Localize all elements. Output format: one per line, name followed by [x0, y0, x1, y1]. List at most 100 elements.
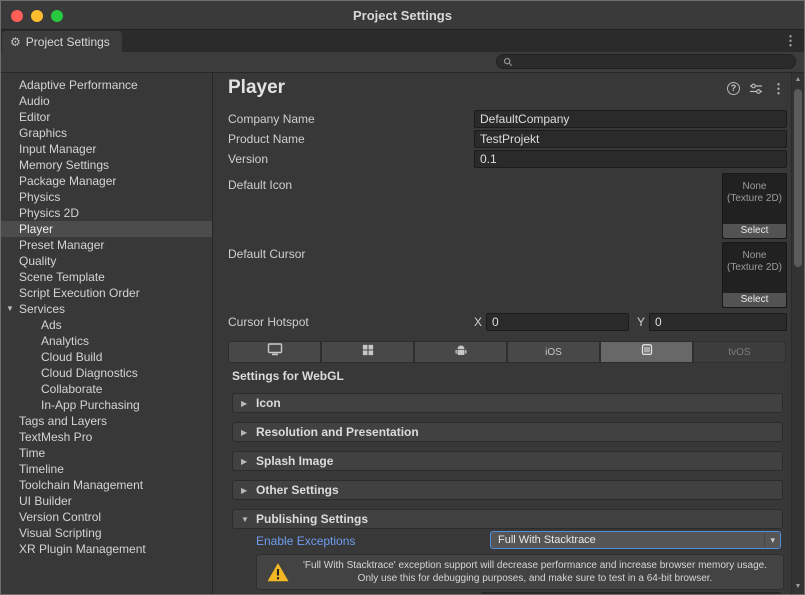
- sidebar-item-label: Cloud Diagnostics: [41, 366, 138, 380]
- chevron-down-icon: ▾: [764, 532, 775, 548]
- search-toolbar: [1, 52, 804, 73]
- section-publishing-settings[interactable]: ▼Publishing Settings: [232, 509, 783, 529]
- platform-tab-windows[interactable]: [322, 342, 413, 362]
- product-name-input[interactable]: [474, 130, 787, 148]
- sidebar-item-in-app-purchasing[interactable]: In-App Purchasing: [1, 397, 212, 413]
- scrollbar-thumb[interactable]: [794, 89, 802, 267]
- sidebar-item-services[interactable]: ▼ Services: [1, 301, 212, 317]
- enable-exceptions-label: Enable Exceptions: [256, 534, 355, 548]
- sidebar-item-visual-scripting[interactable]: Visual Scripting: [1, 525, 212, 541]
- default-icon-object-field[interactable]: None (Texture 2D) Select: [722, 173, 787, 239]
- sidebar-item-label: In-App Purchasing: [41, 398, 140, 412]
- sidebar-item-label: Time: [19, 446, 45, 460]
- platform-tab-android[interactable]: [415, 342, 506, 362]
- sidebar-item-ads[interactable]: Ads: [1, 317, 212, 333]
- sidebar-item-analytics[interactable]: Analytics: [1, 333, 212, 349]
- sidebar-item-editor[interactable]: Editor: [1, 109, 212, 125]
- sidebar-item-time[interactable]: Time: [1, 445, 212, 461]
- sidebar-item-cloud-diagnostics[interactable]: Cloud Diagnostics: [1, 365, 212, 381]
- object-none-label: None (Texture 2D): [723, 250, 786, 274]
- sidebar-item-adaptive-performance[interactable]: Adaptive Performance: [1, 77, 212, 93]
- sidebar-item-textmesh-pro[interactable]: TextMesh Pro: [1, 429, 212, 445]
- sidebar-list: Adaptive PerformanceAudioEditor Graphics I…: [1, 77, 212, 557]
- default-cursor-label: Default Cursor: [228, 247, 305, 261]
- sidebar-item-audio[interactable]: Audio: [1, 93, 212, 109]
- windows-icon: [362, 343, 374, 361]
- sidebar-item-label: Scene Template: [19, 270, 105, 284]
- presets-icon[interactable]: [749, 83, 763, 95]
- sidebar-item-collaborate[interactable]: Collaborate: [1, 381, 212, 397]
- enable-exceptions-dropdown[interactable]: Full With Stacktrace ▾: [490, 531, 781, 549]
- settings-sidebar: Adaptive PerformanceAudioEditor Graphics I…: [1, 73, 213, 594]
- sidebar-item-label: Player: [19, 222, 53, 236]
- version-input[interactable]: [474, 150, 787, 168]
- section-label: Icon: [256, 396, 281, 410]
- sidebar-item-cloud-build[interactable]: Cloud Build: [1, 349, 212, 365]
- sidebar-item-quality[interactable]: Quality: [1, 253, 212, 269]
- warning-text: 'Full With Stacktrace' exception support…: [299, 559, 771, 585]
- sidebar-item-ui-builder[interactable]: UI Builder: [1, 493, 212, 509]
- vertical-scrollbar[interactable]: ▲ ▼: [791, 73, 804, 594]
- sidebar-item-label: Timeline: [19, 462, 64, 476]
- tabstrip-menu-icon[interactable]: ⋮: [784, 33, 797, 49]
- cursor-hotspot-row: Cursor Hotspot X Y: [228, 313, 787, 331]
- search-field[interactable]: [496, 54, 796, 69]
- sidebar-item-tags-and-layers[interactable]: Tags and Layers: [1, 413, 212, 429]
- help-icon[interactable]: ?: [727, 82, 740, 95]
- sidebar-item-label: Graphics: [19, 126, 67, 140]
- section-splash-image[interactable]: ▶Splash Image: [232, 451, 783, 471]
- sidebar-item-xr-plugin-management[interactable]: XR Plugin Management: [1, 541, 212, 557]
- sidebar-item-label: Preset Manager: [19, 238, 104, 252]
- sidebar-item-label: Physics 2D: [19, 206, 79, 220]
- android-icon: [454, 343, 468, 361]
- platform-tab-webgl[interactable]: [601, 342, 692, 362]
- search-input[interactable]: [517, 55, 789, 68]
- sidebar-item-script-execution-order[interactable]: Script Execution Order: [1, 285, 212, 301]
- sidebar-item-player[interactable]: Player: [1, 221, 212, 237]
- default-cursor-object-field[interactable]: None (Texture 2D) Select: [722, 242, 787, 308]
- default-cursor-select-button[interactable]: Select: [723, 293, 786, 307]
- sidebar-item-input-manager[interactable]: Input Manager: [1, 141, 212, 157]
- sidebar-item-version-control[interactable]: Version Control: [1, 509, 212, 525]
- platform-tab-monitor[interactable]: [229, 342, 320, 362]
- hotspot-x-input[interactable]: [486, 313, 629, 331]
- warning-icon: [266, 562, 290, 583]
- section-icon[interactable]: ▶Icon: [232, 393, 783, 413]
- context-menu-icon[interactable]: ⋮: [772, 82, 785, 95]
- sidebar-item-physics-2d[interactable]: Physics 2D: [1, 205, 212, 221]
- sidebar-item-label: Input Manager: [19, 142, 96, 156]
- default-icon-select-button[interactable]: Select: [723, 224, 786, 238]
- editor-tabstrip: ⚙ Project Settings ⋮: [1, 30, 804, 52]
- sidebar-item-label: Package Manager: [19, 174, 116, 188]
- section-label: Resolution and Presentation: [256, 425, 419, 439]
- section-other-settings[interactable]: ▶Other Settings: [232, 480, 783, 500]
- platform-tab-ios[interactable]: iOS: [508, 342, 599, 362]
- webgl-icon: [640, 343, 654, 361]
- sidebar-item-label: Analytics: [41, 334, 89, 348]
- sidebar-item-timeline[interactable]: Timeline: [1, 461, 212, 477]
- section-resolution-and-presentation[interactable]: ▶Resolution and Presentation: [232, 422, 783, 442]
- sidebar-item-preset-manager[interactable]: Preset Manager: [1, 237, 212, 253]
- default-icon-label: Default Icon: [228, 178, 292, 192]
- foldout-icon[interactable]: ▼: [6, 301, 14, 317]
- platform-tab-tvos[interactable]: tvOS: [694, 342, 785, 362]
- version-label: Version: [228, 152, 268, 166]
- settings-for-platform-header: Settings for WebGL: [232, 369, 344, 383]
- company-name-input[interactable]: [474, 110, 787, 128]
- scroll-up-arrow[interactable]: ▲: [792, 74, 804, 86]
- sidebar-item-label: Services: [19, 302, 65, 316]
- sidebar-item-physics[interactable]: Physics: [1, 189, 212, 205]
- window-title: Project Settings: [1, 8, 804, 23]
- hotspot-y-input[interactable]: [649, 313, 787, 331]
- next-field-cutoff: [481, 592, 781, 594]
- sidebar-item-graphics[interactable]: Graphics: [1, 125, 212, 141]
- sidebar-item-scene-template[interactable]: Scene Template: [1, 269, 212, 285]
- tab-project-settings[interactable]: ⚙ Project Settings: [2, 31, 122, 52]
- scroll-down-arrow[interactable]: ▼: [792, 581, 804, 593]
- sidebar-item-package-manager[interactable]: Package Manager: [1, 173, 212, 189]
- sidebar-item-toolchain-management[interactable]: Toolchain Management: [1, 477, 212, 493]
- foldout-icon: ▼: [241, 515, 250, 524]
- sidebar-item-label: Editor: [19, 110, 50, 124]
- sidebar-item-memory-settings[interactable]: Memory Settings: [1, 157, 212, 173]
- header-icons: ? ⋮: [727, 82, 785, 95]
